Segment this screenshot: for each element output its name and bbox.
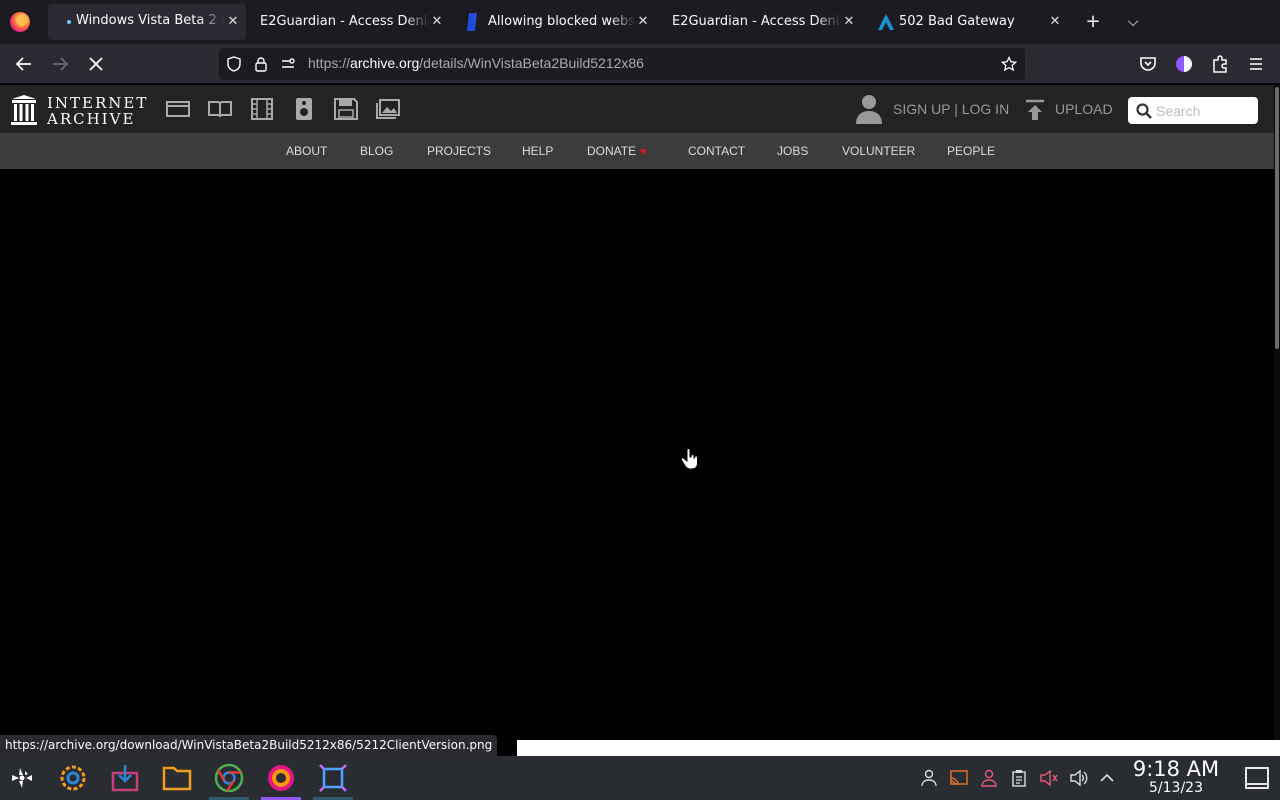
firefox-browser-icon[interactable] — [265, 762, 297, 794]
extensions-puzzle-icon[interactable] — [1210, 54, 1230, 74]
show-hidden-icons-chevron-up-icon[interactable] — [1098, 769, 1116, 787]
nav-people[interactable]: PEOPLE — [947, 144, 995, 158]
hand-pointer-cursor-icon — [680, 448, 698, 470]
close-tab-icon[interactable]: ✕ — [635, 14, 651, 30]
microphone-muted-tray-icon[interactable] — [1040, 769, 1058, 787]
url-path: /details/WinVistaBeta2Build5212x86 — [419, 55, 644, 71]
logo-line-1: INTERNET — [47, 94, 149, 112]
discover-store-icon[interactable] — [109, 762, 141, 794]
tab-allowing-blocked[interactable]: Allowing blocked websites ✕ — [458, 0, 658, 44]
close-tab-icon[interactable]: ✕ — [225, 14, 241, 30]
scrollbar-thumb[interactable] — [1275, 87, 1279, 349]
user-icon[interactable] — [855, 94, 883, 124]
upload-icon[interactable] — [1025, 99, 1045, 121]
page-scrollbar[interactable] — [1274, 85, 1280, 740]
navigation-toolbar: https://archive.org/details/WinVistaBeta… — [0, 44, 1280, 84]
url-text[interactable]: https://archive.org/details/WinVistaBeta… — [308, 55, 644, 71]
nav-contact[interactable]: CONTACT — [688, 144, 745, 158]
close-tab-icon[interactable]: ✕ — [841, 14, 857, 30]
tab-title: Windows Vista Beta 2 Build — [76, 13, 224, 28]
status-strip — [517, 740, 1280, 756]
logo-line-2: ARCHIVE — [47, 110, 136, 128]
close-tab-icon[interactable]: ✕ — [429, 14, 445, 30]
tab-e2guardian-1[interactable]: E2Guardian - Access Denied ✕ — [252, 0, 452, 44]
tab-bar: Windows Vista Beta 2 Build ✕ E2Guardian … — [0, 0, 1280, 44]
nav-donate[interactable]: DONATE ♥ — [587, 144, 647, 158]
tab-title: Allowing blocked websites — [488, 14, 636, 29]
taskbar: 9:18 AM 5/13/23 — [0, 756, 1280, 800]
url-scheme: https:// — [308, 55, 351, 71]
hamburger-menu-icon[interactable] — [1246, 54, 1266, 74]
nav-about[interactable]: ABOUT — [286, 144, 327, 158]
user-status-tray-icon[interactable] — [980, 769, 998, 787]
status-link-preview: https://archive.org/download/WinVistaBet… — [0, 735, 498, 756]
tab-502-bad-gateway[interactable]: 502 Bad Gateway ✕ — [870, 0, 1070, 44]
bitwarden-favicon-icon — [467, 13, 477, 31]
settings-gear-icon[interactable] — [57, 762, 89, 794]
url-bar[interactable]: https://archive.org/details/WinVistaBeta… — [219, 48, 1025, 80]
chrome-browser-icon[interactable] — [213, 762, 245, 794]
file-manager-folder-icon[interactable] — [161, 762, 193, 794]
clock-date[interactable]: 5/13/23 — [1130, 780, 1222, 796]
new-tab-button[interactable]: + — [1083, 12, 1103, 32]
ia-top-nav: INTERNET ARCHIVE SIGN UP | LOG IN UPLOAD — [0, 85, 1274, 133]
images-icon[interactable] — [375, 97, 401, 121]
url-host: archive.org — [350, 55, 420, 71]
account-avatar-icon[interactable] — [1174, 54, 1194, 74]
user-account-tray-icon[interactable] — [920, 769, 938, 787]
permissions-icon[interactable] — [280, 56, 296, 72]
upload-link[interactable]: UPLOAD — [1055, 101, 1113, 117]
nav-donate-label: DONATE — [587, 144, 637, 158]
web-icon[interactable] — [165, 97, 191, 121]
tab-title: E2Guardian - Access Denied — [260, 14, 430, 29]
show-desktop-icon[interactable] — [1244, 766, 1270, 790]
audio-speaker-icon[interactable] — [291, 97, 317, 121]
texts-book-icon[interactable] — [207, 97, 233, 121]
tab-windows-vista[interactable]: Windows Vista Beta 2 Build ✕ — [48, 4, 246, 40]
list-all-tabs-button[interactable]: ⌵ — [1123, 12, 1143, 32]
cast-tray-icon[interactable] — [950, 769, 968, 787]
tab-e2guardian-2[interactable]: E2Guardian - Access Denied ✕ — [664, 0, 864, 44]
volume-tray-icon[interactable] — [1070, 769, 1088, 787]
search-input[interactable] — [1156, 101, 1252, 120]
signup-login-link[interactable]: SIGN UP | LOG IN — [893, 101, 1009, 117]
internet-archive-logo[interactable]: INTERNET ARCHIVE — [10, 94, 146, 127]
search-icon — [1136, 103, 1152, 119]
arch-favicon-icon — [878, 14, 894, 30]
application-launcher-icon[interactable] — [6, 762, 38, 794]
bookmark-star-icon[interactable] — [1001, 56, 1017, 72]
software-floppy-icon[interactable] — [333, 97, 359, 121]
search-box[interactable] — [1128, 97, 1258, 124]
forward-arrow-icon[interactable] — [50, 54, 70, 74]
ia-secondary-nav: ABOUT BLOG PROJECTS HELP DONATE ♥ CONTACT… — [0, 133, 1274, 169]
tab-title: 502 Bad Gateway — [899, 14, 1049, 29]
logo-text: INTERNET ARCHIVE — [47, 95, 148, 127]
stop-loading-icon[interactable] — [86, 54, 106, 74]
page-content-area[interactable] — [0, 169, 1274, 740]
video-film-icon[interactable] — [249, 97, 275, 121]
tracking-protection-shield-icon[interactable] — [226, 56, 242, 72]
firefox-menu-icon[interactable] — [10, 12, 30, 32]
tab-title: E2Guardian - Access Denied — [672, 14, 842, 29]
clock-time[interactable]: 9:18 AM — [1130, 757, 1222, 781]
loading-dot-icon — [67, 20, 71, 24]
archive-building-icon — [11, 95, 37, 125]
nav-volunteer[interactable]: VOLUNTEER — [842, 144, 915, 158]
back-arrow-icon[interactable] — [14, 54, 34, 74]
clipboard-tray-icon[interactable] — [1010, 769, 1028, 787]
nav-projects[interactable]: PROJECTS — [427, 144, 491, 158]
pocket-icon[interactable] — [1138, 54, 1158, 74]
close-tab-icon[interactable]: ✕ — [1047, 14, 1063, 30]
nav-jobs[interactable]: JOBS — [777, 144, 808, 158]
heart-icon: ♥ — [640, 146, 647, 158]
lock-icon[interactable] — [253, 56, 269, 72]
virtual-machine-cube-icon[interactable] — [317, 762, 349, 794]
nav-help[interactable]: HELP — [522, 144, 553, 158]
nav-blog[interactable]: BLOG — [360, 144, 393, 158]
